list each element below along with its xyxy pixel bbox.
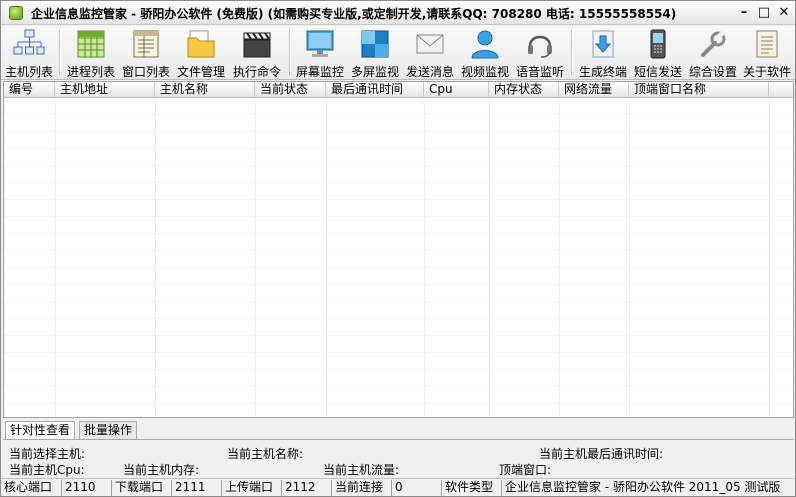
column-divider bbox=[769, 98, 770, 417]
column-divider bbox=[489, 98, 490, 417]
host-list-label: 主机列表 bbox=[4, 65, 53, 79]
headset-icon bbox=[528, 35, 552, 58]
multi-screen-icon bbox=[361, 30, 389, 58]
bottom-tabs: 针对性查看 批量操作 bbox=[3, 421, 794, 440]
process-grid-icon bbox=[77, 30, 105, 58]
generate-terminal-label: 生成终端 bbox=[578, 65, 627, 79]
download-port-value: 2111 bbox=[172, 480, 222, 496]
close-button[interactable]: ✕ bbox=[774, 3, 794, 22]
column-header-last-comm[interactable]: 最后通讯时间 bbox=[326, 82, 424, 98]
core-port-value: 2110 bbox=[62, 480, 112, 496]
screen-monitor-button[interactable]: 屏幕监控 bbox=[293, 26, 347, 80]
process-list-button[interactable]: 进程列表 bbox=[65, 26, 117, 80]
column-header-top-window[interactable]: 顶端窗口名称 bbox=[629, 82, 769, 98]
column-header-host-name[interactable]: 主机名称 bbox=[155, 82, 255, 98]
status-bar: 核心端口 2110 下载端口 2111 上传端口 2112 当前连接 0 软件类… bbox=[1, 478, 795, 496]
window-list-label: 窗口列表 bbox=[121, 65, 170, 79]
clapper-icon bbox=[243, 32, 271, 58]
column-divider bbox=[629, 98, 630, 417]
multi-screen-button[interactable]: 多屏监视 bbox=[348, 26, 402, 80]
phone-icon bbox=[650, 29, 666, 59]
file-manager-label: 文件管理 bbox=[176, 65, 225, 79]
host-cpu-label: 当前主机Cpu: bbox=[9, 463, 85, 477]
software-type-label: 软件类型 bbox=[442, 480, 502, 496]
host-info-panel: 当前选择主机: 当前主机名称: 当前主机最后通讯时间: 当前主机Cpu: 当前主… bbox=[3, 439, 794, 477]
selected-host-label: 当前选择主机: bbox=[9, 447, 86, 461]
column-divider bbox=[155, 98, 156, 417]
video-monitor-label: 视频监视 bbox=[460, 65, 509, 79]
host-table[interactable]: 编号 主机地址 主机名称 当前状态 最后通讯时间 Cpu 内存状态 网络流量 顶… bbox=[3, 81, 794, 418]
about-doc-icon bbox=[756, 30, 778, 58]
send-message-button[interactable]: 发送消息 bbox=[403, 26, 457, 80]
window-title: 企业信息监控管家 - 骄阳办公软件 (免费版) (如需购买专业版,或定制开发,请… bbox=[31, 7, 677, 21]
monitor-icon bbox=[306, 30, 334, 57]
column-divider bbox=[55, 98, 56, 417]
video-monitor-button[interactable]: 视频监视 bbox=[458, 26, 512, 80]
column-divider bbox=[326, 98, 327, 417]
main-window: 企业信息监控管家 - 骄阳办公软件 (免费版) (如需购买专业版,或定制开发,请… bbox=[0, 0, 796, 497]
toolbar-separator bbox=[59, 30, 60, 76]
envelope-icon bbox=[416, 34, 444, 54]
settings-label: 综合设置 bbox=[688, 65, 737, 79]
screen-monitor-label: 屏幕监控 bbox=[295, 65, 344, 79]
generate-terminal-button[interactable]: 生成终端 bbox=[576, 26, 630, 80]
user-icon bbox=[471, 30, 499, 59]
send-message-label: 发送消息 bbox=[405, 65, 454, 79]
download-doc-icon bbox=[592, 30, 614, 58]
table-header: 编号 主机地址 主机名称 当前状态 最后通讯时间 Cpu 内存状态 网络流量 顶… bbox=[4, 82, 793, 98]
app-icon bbox=[9, 6, 23, 20]
execute-command-label: 执行命令 bbox=[232, 65, 281, 79]
toolbar-separator bbox=[571, 30, 572, 76]
column-divider bbox=[255, 98, 256, 417]
execute-command-button[interactable]: 执行命令 bbox=[229, 26, 285, 80]
sms-send-button[interactable]: 短信发送 bbox=[631, 26, 685, 80]
upload-port-label: 上传端口 bbox=[222, 480, 282, 496]
host-traffic-label: 当前主机流量: bbox=[323, 463, 400, 477]
column-header-network[interactable]: 网络流量 bbox=[559, 82, 629, 98]
download-port-label: 下载端口 bbox=[112, 480, 172, 496]
column-header-id[interactable]: 编号 bbox=[4, 82, 55, 98]
voice-monitor-label: 语音监听 bbox=[515, 65, 564, 79]
minimize-button[interactable]: – bbox=[734, 3, 754, 22]
upload-port-value: 2112 bbox=[282, 480, 332, 496]
settings-button[interactable]: 综合设置 bbox=[686, 26, 740, 80]
tab-batch-operation[interactable]: 批量操作 bbox=[79, 421, 138, 439]
folder-icon bbox=[187, 30, 215, 58]
toolbar-separator bbox=[289, 30, 290, 76]
host-list-button[interactable]: 主机列表 bbox=[3, 26, 55, 80]
column-header-status[interactable]: 当前状态 bbox=[255, 82, 326, 98]
table-body[interactable] bbox=[4, 98, 793, 417]
wrench-icon bbox=[701, 30, 726, 57]
column-divider bbox=[424, 98, 425, 417]
toolbar: 主机列表 进程列表 窗口列表 文件管理 执行命令 屏幕监控 多屏监视 发送消息 … bbox=[1, 26, 795, 80]
process-list-label: 进程列表 bbox=[66, 65, 115, 79]
connections-value: 0 bbox=[392, 480, 442, 496]
about-button[interactable]: 关于软件 bbox=[741, 26, 793, 80]
software-type-value: 企业信息监控管家 - 骄阳办公软件 2011_05 测试版 bbox=[505, 480, 781, 494]
last-comm-time-label: 当前主机最后通讯时间: bbox=[539, 447, 664, 461]
host-tree-icon bbox=[13, 29, 45, 55]
tab-targeted-view[interactable]: 针对性查看 bbox=[5, 421, 76, 440]
column-divider bbox=[559, 98, 560, 417]
voice-monitor-button[interactable]: 语音监听 bbox=[513, 26, 567, 80]
file-manager-button[interactable]: 文件管理 bbox=[175, 26, 227, 80]
sms-send-label: 短信发送 bbox=[633, 65, 682, 79]
core-port-label: 核心端口 bbox=[1, 480, 62, 496]
maximize-button[interactable]: □ bbox=[754, 3, 774, 22]
multi-screen-label: 多屏监视 bbox=[350, 65, 399, 79]
host-name-label: 当前主机名称: bbox=[227, 447, 304, 461]
column-header-host-address[interactable]: 主机地址 bbox=[55, 82, 155, 98]
title-bar: 企业信息监控管家 - 骄阳办公软件 (免费版) (如需购买专业版,或定制开发,请… bbox=[1, 1, 795, 25]
connections-label: 当前连接 bbox=[332, 480, 392, 496]
host-memory-label: 当前主机内存: bbox=[123, 463, 200, 477]
window-list-icon bbox=[133, 30, 159, 58]
top-window-label: 顶端窗口: bbox=[499, 463, 552, 477]
about-label: 关于软件 bbox=[742, 65, 791, 79]
column-header-memory[interactable]: 内存状态 bbox=[489, 82, 559, 98]
column-header-cpu[interactable]: Cpu bbox=[424, 82, 489, 98]
window-list-button[interactable]: 窗口列表 bbox=[120, 26, 172, 80]
